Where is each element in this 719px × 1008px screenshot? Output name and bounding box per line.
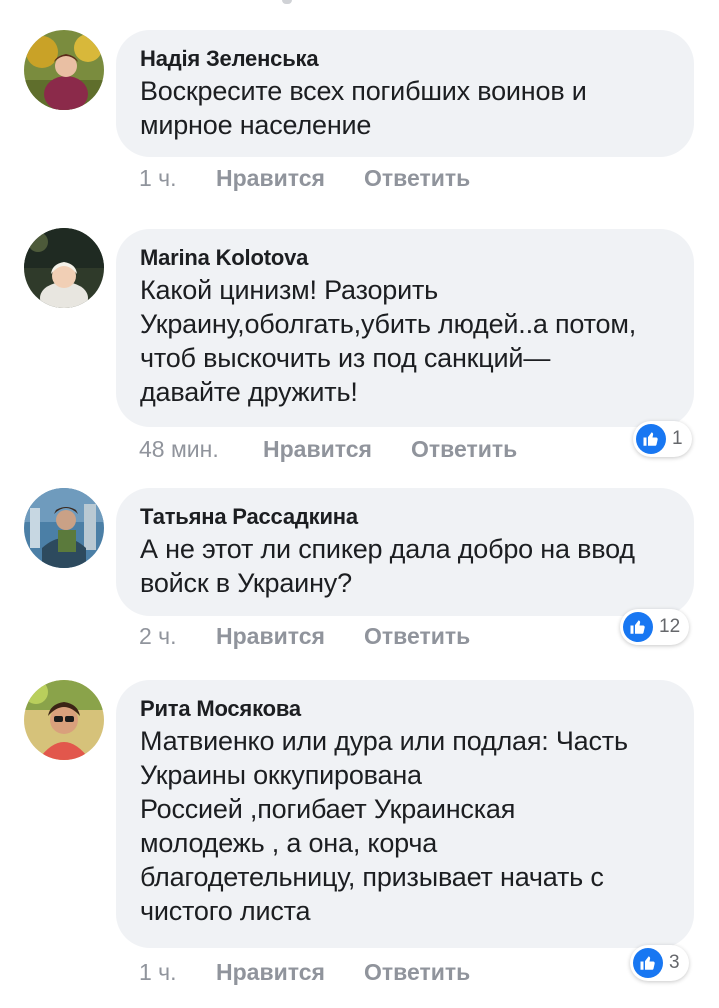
- previous-comment-remnant: [282, 0, 292, 4]
- comment-text: Матвиенко или дура или подлая: Часть Укр…: [140, 726, 628, 926]
- comment-author[interactable]: Рита Мосякова: [140, 694, 670, 724]
- reaction-count: 3: [669, 952, 680, 973]
- comment-actions: 2 ч. Нравится Ответить: [139, 621, 470, 651]
- avatar[interactable]: [24, 228, 104, 308]
- comment-author[interactable]: Marina Kolotova: [140, 243, 670, 273]
- avatar[interactable]: [24, 488, 104, 568]
- comment-bubble: Татьяна Рассадкина А не этот ли спикер д…: [116, 488, 694, 616]
- comment-actions: 1 ч. Нравится Ответить: [139, 957, 470, 987]
- reply-button[interactable]: Ответить: [364, 621, 470, 651]
- like-button[interactable]: Нравится: [216, 621, 364, 651]
- comment-text: Воскресите всех погибших воинов и мирное…: [140, 76, 587, 140]
- comment-timestamp[interactable]: 48 мин.: [139, 434, 263, 464]
- comment-bubble: Marina Kolotova Какой цинизм! Разорить У…: [116, 229, 694, 427]
- avatar[interactable]: [24, 680, 104, 760]
- like-thumbs-up-icon: [623, 612, 653, 642]
- comment-bubble: Надія Зеленська Воскресите всех погибших…: [116, 30, 694, 157]
- like-button[interactable]: Нравится: [216, 957, 364, 987]
- comment-timestamp[interactable]: 1 ч.: [139, 163, 216, 193]
- like-button[interactable]: Нравится: [263, 434, 411, 464]
- like-thumbs-up-icon: [633, 948, 663, 978]
- reaction-badge[interactable]: 3: [630, 945, 689, 981]
- comment-text: А не этот ли спикер дала добро на ввод в…: [140, 534, 635, 598]
- reaction-badge[interactable]: 1: [633, 421, 692, 457]
- reply-button[interactable]: Ответить: [364, 957, 470, 987]
- comment-text: Какой цинизм! Разорить Украину,оболгать,…: [140, 275, 637, 407]
- avatar[interactable]: [24, 30, 104, 110]
- comment-timestamp[interactable]: 2 ч.: [139, 621, 216, 651]
- reply-button[interactable]: Ответить: [364, 163, 470, 193]
- comment-timestamp[interactable]: 1 ч.: [139, 957, 216, 987]
- comment-actions: 1 ч. Нравится Ответить: [139, 163, 470, 193]
- comment-bubble: Рита Мосякова Матвиенко или дура или под…: [116, 680, 694, 948]
- reaction-badge[interactable]: 12: [620, 609, 690, 645]
- reaction-count: 12: [659, 616, 681, 637]
- comment-author[interactable]: Надія Зеленська: [140, 44, 670, 74]
- reply-button[interactable]: Ответить: [411, 434, 517, 464]
- comment-actions: 48 мин. Нравится Ответить: [139, 434, 517, 464]
- like-button[interactable]: Нравится: [216, 163, 364, 193]
- reaction-count: 1: [672, 428, 683, 449]
- like-thumbs-up-icon: [636, 424, 666, 454]
- comment-author[interactable]: Татьяна Рассадкина: [140, 502, 670, 532]
